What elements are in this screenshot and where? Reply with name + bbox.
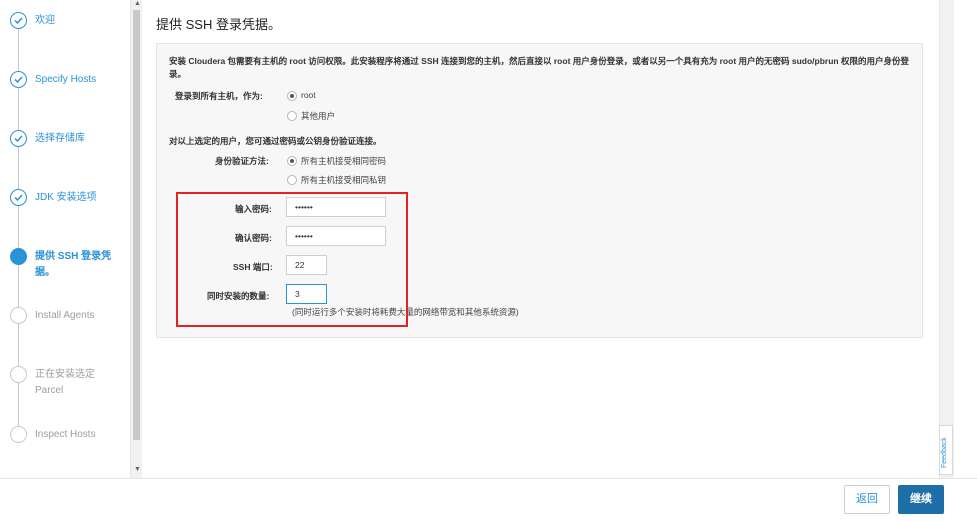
check-circle-icon: [10, 130, 27, 147]
radio-same-password-label[interactable]: 所有主机接受相同密码: [301, 155, 386, 167]
step-label: Inspect Hosts: [35, 429, 96, 440]
step-label: Specify Hosts: [35, 74, 97, 85]
steps-scrollbar[interactable]: ▲ ▼: [130, 0, 142, 478]
scroll-up-arrow-icon[interactable]: ▲: [134, 0, 141, 7]
empty-circle-icon: [10, 366, 27, 383]
step-label: 提供 SSH 登录凭据。: [35, 251, 112, 278]
radio-root[interactable]: [287, 91, 297, 101]
intro-text: 安装 Cloudera 包需要有主机的 root 访问权限。此安装程序将通过 S…: [169, 56, 909, 79]
login-as-label: 登录到所有主机，作为:: [175, 91, 263, 101]
auth-intro-text: 对以上选定的用户，您可通过密码或公钥身份验证连接。: [169, 136, 382, 146]
annotation-highlight-box: [176, 192, 408, 327]
main-scrollbar[interactable]: [939, 0, 954, 478]
step-label: JDK 安装选项: [35, 192, 97, 203]
step-label: Install Agents: [35, 310, 95, 321]
step-label: 欢迎: [35, 15, 55, 26]
current-step-dot-icon: [10, 248, 27, 265]
back-button[interactable]: 返回: [844, 485, 890, 514]
feedback-tab[interactable]: Feedback: [939, 425, 953, 475]
radio-same-password[interactable]: [287, 156, 297, 166]
auth-method-label: 身份验证方法:: [215, 156, 269, 166]
wizard-steps: 欢迎 Specify Hosts 选择存储库 JDK 安装选项 提供 SSH 登…: [0, 0, 130, 478]
radio-other-user-label[interactable]: 其他用户: [301, 110, 335, 122]
scrollbar-thumb[interactable]: [133, 10, 140, 440]
empty-circle-icon: [10, 426, 27, 443]
radio-other-user[interactable]: [287, 111, 297, 121]
step-label: 选择存储库: [35, 133, 85, 144]
radio-root-label[interactable]: root: [301, 90, 316, 100]
empty-circle-icon: [10, 307, 27, 324]
radio-same-private-key-label[interactable]: 所有主机接受相同私钥: [301, 174, 386, 186]
footer-divider: [0, 478, 977, 479]
feedback-label: Feedback: [941, 437, 948, 468]
check-circle-icon: [10, 71, 27, 88]
check-circle-icon: [10, 189, 27, 206]
continue-button[interactable]: 继续: [898, 485, 944, 514]
radio-same-private-key[interactable]: [287, 175, 297, 185]
page-title: 提供 SSH 登录凭据。: [156, 17, 281, 32]
scroll-down-arrow-icon[interactable]: ▼: [134, 466, 141, 473]
step-label: 正在安装选定 Parcel: [35, 369, 95, 396]
check-circle-icon: [10, 12, 27, 29]
